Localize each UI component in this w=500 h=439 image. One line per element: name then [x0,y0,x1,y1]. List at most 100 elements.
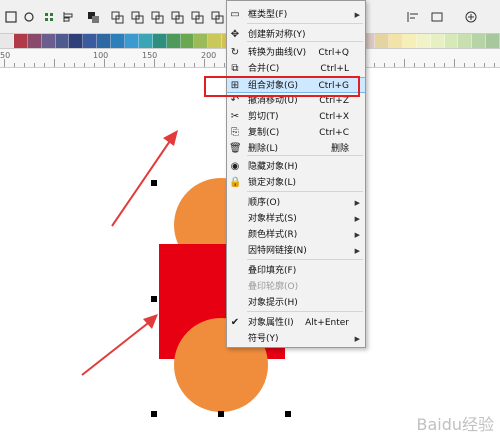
submenu-arrow-icon: ▶ [354,335,360,343]
ruler-tick [74,63,75,67]
menu-item-label: 锁定对象(L) [248,178,297,188]
color-swatch[interactable] [430,34,445,48]
color-swatch[interactable] [27,34,42,48]
color-swatch[interactable] [111,34,126,48]
color-swatch[interactable] [402,34,417,48]
selection-handle[interactable] [151,296,157,302]
ruler-tick [484,63,485,67]
color-swatch[interactable] [13,34,28,48]
ruler-tick [474,63,475,67]
ruler-tick [194,63,195,67]
selection-handle[interactable] [285,411,291,417]
position-icon[interactable] [430,9,444,23]
ruler-tick [204,59,205,67]
submenu-arrow-icon: ▶ [354,247,360,255]
highlight-annotation-box [204,76,360,97]
simplify-icon[interactable] [170,9,184,24]
menu-item[interactable]: 顺序(O) ▶ [227,195,365,211]
ruler-tick [64,63,65,67]
menu-item[interactable]: ✂ 剪切(T) Ctrl+X [227,109,365,125]
menu-item[interactable]: 🔒 锁定对象(L) [227,175,365,191]
menu-item[interactable]: ⧉ 合并(C) Ctrl+L [227,61,365,77]
menu-separator [247,311,363,312]
submenu-arrow-icon: ▶ [354,231,360,239]
menu-item[interactable]: 对象提示(H) [227,295,365,311]
color-swatch[interactable] [125,34,139,48]
color-swatch[interactable] [194,34,209,48]
color-swatch[interactable] [69,34,84,48]
add-icon[interactable] [464,9,478,23]
ruler-tick [464,63,465,67]
selection-handle[interactable] [151,411,157,417]
menu-item-label: 合并(C) [248,64,280,74]
color-swatch[interactable] [166,34,181,48]
ruler-tick [384,63,385,67]
grid-icon[interactable] [42,9,56,23]
ruler-tick [174,63,175,67]
menu-item[interactable]: 因特网链接(N) ▶ [227,243,365,259]
color-swatch[interactable] [138,34,153,48]
menu-item-label: 对象样式(S) [248,214,297,224]
ruler-tick [214,63,215,67]
color-swatch[interactable] [444,34,459,48]
color-swatch[interactable] [180,34,195,48]
menu-item-label: 叠印轮廓(O) [248,282,299,292]
hide-icon: ◉ [230,161,240,172]
align-icon[interactable] [62,9,76,23]
arrange-icon[interactable] [86,9,100,23]
front-minus-back-icon[interactable] [190,9,204,24]
selection-handle[interactable] [218,411,224,417]
color-swatch[interactable] [375,34,389,48]
lock-icon: 🔒 [229,177,242,188]
weld-icon[interactable] [110,9,124,24]
symmetry-icon: ✥ [230,29,240,40]
menu-separator [247,259,363,260]
ruler-tick [454,59,455,67]
menu-item[interactable]: 叠印填充(F) [227,263,365,279]
menu-item[interactable]: ◉ 隐藏对象(H) [227,159,365,175]
color-swatch[interactable] [0,34,14,48]
color-swatch[interactable] [83,34,98,48]
menu-item[interactable]: ✔ 对象属性(I) Alt+Enter [227,315,365,331]
color-swatch[interactable] [41,34,56,48]
intersect-icon[interactable] [150,9,164,24]
selection-handle[interactable] [151,180,157,186]
back-minus-front-icon[interactable] [210,9,224,24]
color-swatch[interactable] [388,34,403,48]
ruler-tick [114,63,115,67]
color-swatch[interactable] [208,34,223,48]
menu-item[interactable]: ▭ 框类型(F) ▶ [227,7,365,23]
menu-item-label: 删除(L) [248,144,279,154]
ruler-tick [124,63,125,67]
ruler-tick [394,63,395,67]
color-swatch[interactable] [97,34,112,48]
menu-item[interactable]: 🗑 删除(L) 删除 [227,141,365,157]
align-distribute-icon[interactable] [406,9,420,23]
context-menu: ▭ 框类型(F) ▶ ✥ 创建新对称(Y) ↻ 转换为曲线(V) Ctrl+Q ⧉ 合并(C) Ct… [226,0,366,348]
menu-item[interactable]: ↻ 转换为曲线(V) Ctrl+Q [227,45,365,61]
menu-item[interactable]: 颜色样式(R) ▶ [227,227,365,243]
checkmark-icon: ✔ [230,317,240,328]
color-swatch[interactable] [458,34,473,48]
ruler-tick [34,63,35,67]
color-swatch[interactable] [152,34,167,48]
menu-item[interactable]: 符号(Y) ▶ [227,331,365,347]
menu-item[interactable]: 对象样式(S) ▶ [227,211,365,227]
color-swatch[interactable] [416,34,431,48]
ruler-tick [424,63,425,67]
menu-item-shortcut: 删除 [330,144,349,154]
color-swatch[interactable] [55,34,70,48]
menu-item: 叠印轮廓(O) [227,279,365,295]
ruler-tick [24,63,25,67]
snap-icon[interactable] [4,9,18,23]
trim-icon[interactable] [130,9,144,24]
watermark-logo: Baidu经验 [416,415,494,434]
arrow-annotation-top [111,137,173,227]
node-icon[interactable] [22,9,36,23]
menu-item[interactable]: ✥ 创建新对称(Y) [227,27,365,43]
menu-item[interactable]: ⎘ 复制(C) Ctrl+C [227,125,365,141]
color-swatch[interactable] [486,34,500,48]
menu-item-label: 符号(Y) [248,334,279,344]
ruler-tick [404,59,405,67]
color-swatch[interactable] [472,34,487,48]
